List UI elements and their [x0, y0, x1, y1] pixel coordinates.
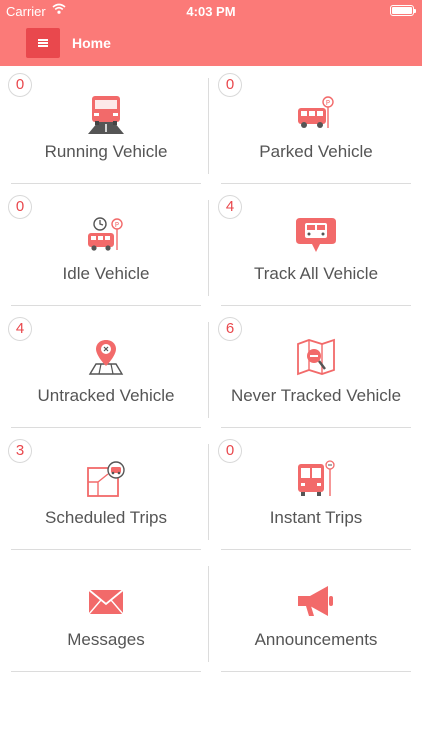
tile-label: Scheduled Trips	[45, 508, 167, 527]
tile-label: Never Tracked Vehicle	[230, 386, 402, 405]
header-bar: Home	[0, 22, 422, 66]
tile-scheduled-trips[interactable]: 3 Scheduled Trips	[8, 432, 201, 550]
menu-button[interactable]	[26, 28, 60, 58]
count-badge: 3	[8, 439, 32, 463]
count-badge: 6	[218, 317, 242, 341]
count-badge: 0	[218, 439, 242, 463]
clock: 4:03 PM	[186, 4, 236, 19]
tile-label: Instant Trips	[269, 508, 363, 527]
map-search-icon	[294, 338, 338, 378]
svg-text:P: P	[115, 221, 119, 229]
schedule-map-icon	[84, 460, 128, 500]
tile-never-tracked-vehicle[interactable]: 6 Never Tracked Vehicle	[218, 310, 411, 428]
status-bar: Carrier 4:03 PM	[0, 0, 422, 22]
page-title: Home	[72, 35, 111, 51]
count-badge: 0	[8, 195, 32, 219]
tile-label: Idle Vehicle	[62, 264, 150, 283]
tile-instant-trips[interactable]: 0 Instant Trips	[218, 432, 411, 550]
svg-text:P: P	[326, 99, 330, 107]
tile-label: Track All Vehicle	[253, 264, 379, 283]
tile-untracked-vehicle[interactable]: 4 Untracked Vehicle	[8, 310, 201, 428]
tile-track-all-vehicle[interactable]: 4 Track All Vehicle	[218, 188, 411, 306]
count-badge: 0	[218, 73, 242, 97]
hamburger-menu-icon	[38, 39, 48, 47]
tile-messages[interactable]: Messages	[11, 554, 201, 672]
tile-label: Announcements	[254, 630, 378, 649]
track-bus-icon	[294, 216, 338, 256]
count-badge: 0	[8, 73, 32, 97]
tile-label: Untracked Vehicle	[37, 386, 175, 405]
battery-icon	[390, 5, 416, 16]
tile-label: Messages	[67, 630, 145, 649]
running-bus-icon	[84, 94, 128, 134]
tile-parked-vehicle[interactable]: 0 P Parked Vehicle	[218, 66, 411, 184]
tile-label: Running Vehicle	[44, 142, 168, 161]
tile-label: Parked Vehicle	[259, 142, 373, 161]
megaphone-icon	[294, 582, 338, 622]
tile-announcements[interactable]: Announcements	[221, 554, 411, 672]
idle-bus-icon: P	[84, 216, 128, 256]
parked-bus-icon: P	[294, 94, 338, 134]
map-pin-icon	[84, 338, 128, 378]
tile-idle-vehicle[interactable]: 0 P Idle Vehicle	[8, 188, 201, 306]
envelope-icon	[84, 582, 128, 622]
tile-running-vehicle[interactable]: 0 Running Vehicle	[8, 66, 201, 184]
bus-stop-icon	[294, 460, 338, 500]
count-badge: 4	[218, 195, 242, 219]
count-badge: 4	[8, 317, 32, 341]
